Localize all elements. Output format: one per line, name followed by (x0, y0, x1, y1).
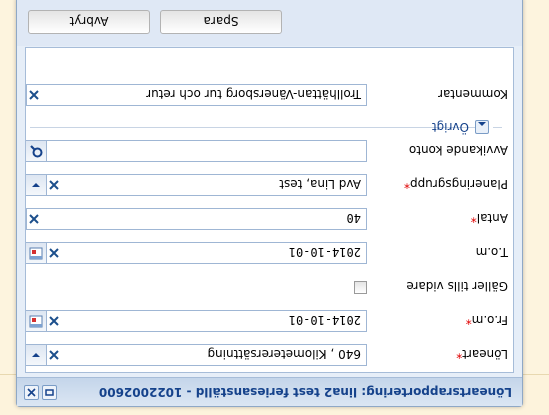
dialog-title: Löneartsrapportering: lina2 test feriesa… (98, 385, 512, 399)
to-date-label: T.o.m (475, 245, 508, 259)
dialog-titlebar[interactable]: Löneartsrapportering: lina2 test feriesa… (17, 377, 522, 406)
row-loneart: Löneart* 640 , Kilometerersättning (26, 342, 513, 366)
clear-icon[interactable] (48, 315, 60, 327)
dropdown-trigger[interactable] (26, 175, 47, 195)
to-date-value: 2014-10-01 (288, 245, 361, 259)
lonearts-dialog: Löneartsrapportering: lina2 test feriesa… (16, 0, 523, 407)
antal-input[interactable]: 40 (26, 208, 367, 230)
loneart-label: Löneart* (456, 347, 508, 361)
alt-account-label: Avvikande konto (408, 143, 508, 157)
antal-value: 40 (346, 211, 361, 225)
comment-label: Kommentar (438, 87, 508, 101)
planning-group-combo[interactable]: Avd Lina, test (26, 174, 367, 196)
calendar-icon (29, 247, 43, 260)
alt-account-field[interactable] (26, 140, 367, 162)
loneart-value: 640 , Kilometerersättning (207, 347, 361, 361)
close-button[interactable] (24, 385, 39, 400)
row-planning-group: Planeringsgrupp* Avd Lina, test (26, 172, 513, 196)
calendar-trigger[interactable] (26, 243, 47, 263)
form-body: Löneart* 640 , Kilometerersättning Fr.o.… (25, 47, 514, 373)
from-date-value: 2014-10-01 (288, 313, 361, 327)
from-date-label: Fr.o.m* (465, 313, 508, 327)
calendar-trigger[interactable] (26, 311, 47, 331)
search-icon (30, 145, 43, 158)
collapse-icon (478, 122, 486, 126)
calendar-icon (29, 315, 43, 328)
valid-until-label: Gäller tills vidare (406, 279, 508, 293)
planning-group-value: Avd Lina, test (279, 177, 361, 191)
row-antal: Antal* 40 (26, 206, 513, 230)
close-icon (27, 388, 36, 397)
maximize-icon (45, 389, 54, 396)
from-date-field[interactable]: 2014-10-01 (26, 310, 367, 332)
comment-value: Trollhättan-Vänersborg tur och retur (146, 87, 361, 101)
clear-icon[interactable] (48, 349, 60, 361)
clear-icon[interactable] (28, 89, 40, 101)
cancel-button[interactable]: Avbryt (28, 10, 150, 34)
row-to-date: T.o.m 2014-10-01 (26, 240, 513, 264)
clear-icon[interactable] (48, 247, 60, 259)
clear-icon[interactable] (28, 213, 40, 225)
chevron-down-icon (32, 183, 40, 187)
other-section-label: Övrigt (431, 120, 469, 134)
row-comment: Kommentar Trollhättan-Vänersborg tur och… (26, 82, 513, 106)
dialog-footer: Spara Avbryt (17, 0, 522, 46)
save-button[interactable]: Spara (160, 10, 282, 34)
valid-until-checkbox[interactable] (354, 281, 367, 294)
antal-label: Antal* (470, 211, 508, 225)
search-trigger[interactable] (26, 141, 47, 161)
comment-input[interactable]: Trollhättan-Vänersborg tur och retur (26, 84, 367, 106)
dropdown-trigger[interactable] (26, 345, 47, 365)
chevron-down-icon (32, 353, 40, 357)
collapse-toggle[interactable] (475, 120, 489, 134)
row-from-date: Fr.o.m* 2014-10-01 (26, 308, 513, 332)
row-valid-until: Gäller tills vidare (26, 274, 513, 298)
other-section-legend[interactable]: Övrigt (432, 118, 493, 136)
planning-group-label: Planeringsgrupp* (403, 177, 508, 191)
loneart-combo[interactable]: 640 , Kilometerersättning (26, 344, 367, 366)
row-alt-account: Avvikande konto (26, 138, 513, 162)
maximize-button[interactable] (42, 385, 57, 400)
to-date-field[interactable]: 2014-10-01 (26, 242, 367, 264)
clear-icon[interactable] (48, 179, 60, 191)
